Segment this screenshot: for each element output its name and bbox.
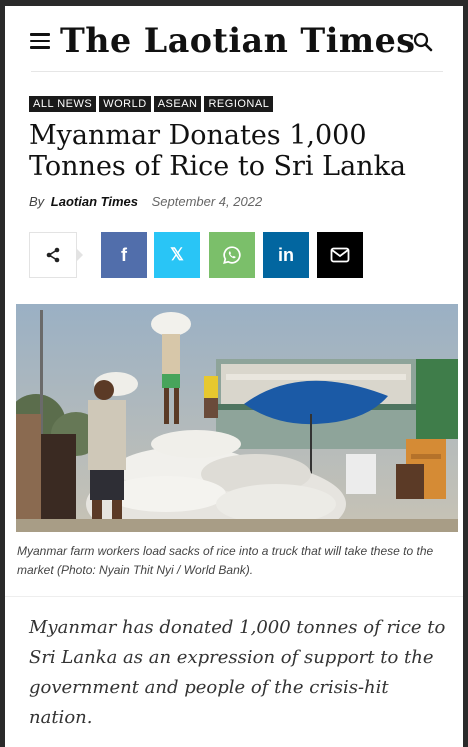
tag-all-news[interactable]: ALL NEWS [29,96,97,112]
whatsapp-share-button[interactable] [209,232,255,278]
tag-world[interactable]: WORLD [99,96,151,112]
header-divider [31,71,443,72]
whatsapp-icon [223,246,241,264]
facebook-share-button[interactable]: f [101,232,147,278]
page: The Laotian Times ALL NEWS WORLD ASEAN R… [5,6,463,747]
share-button[interactable] [29,232,83,278]
author-link[interactable]: Laotian Times [51,194,138,209]
article-headline: Myanmar Donates 1,000 Tonnes of Rice to … [29,120,407,182]
publish-date: September 4, 2022 [151,194,263,209]
article-lead: Myanmar has donated 1,000 tonnes of rice… [29,617,446,728]
category-tags: ALL NEWS WORLD ASEAN REGIONAL [29,96,274,112]
site-logo[interactable]: The Laotian Times [60,19,415,63]
email-share-button[interactable] [317,232,363,278]
search-icon[interactable] [413,32,433,52]
tag-asean[interactable]: ASEAN [153,96,202,112]
site-header: The Laotian Times [5,6,463,72]
menu-icon[interactable] [30,33,50,49]
linkedin-icon: in [278,244,294,265]
byline: By Laotian Times September 4, 2022 [29,194,262,209]
mail-icon [330,247,350,263]
content-divider [5,596,463,597]
x-icon: 𝕏 [170,245,184,264]
share-icon [46,247,60,263]
linkedin-share-button[interactable]: in [263,232,309,278]
x-share-button[interactable]: 𝕏 [154,232,200,278]
photo-caption: Myanmar farm workers load sacks of rice … [17,544,434,577]
facebook-icon: f [121,244,127,265]
article-photo [16,304,458,532]
tag-regional[interactable]: REGIONAL [204,96,274,112]
by-label: By [29,194,45,209]
